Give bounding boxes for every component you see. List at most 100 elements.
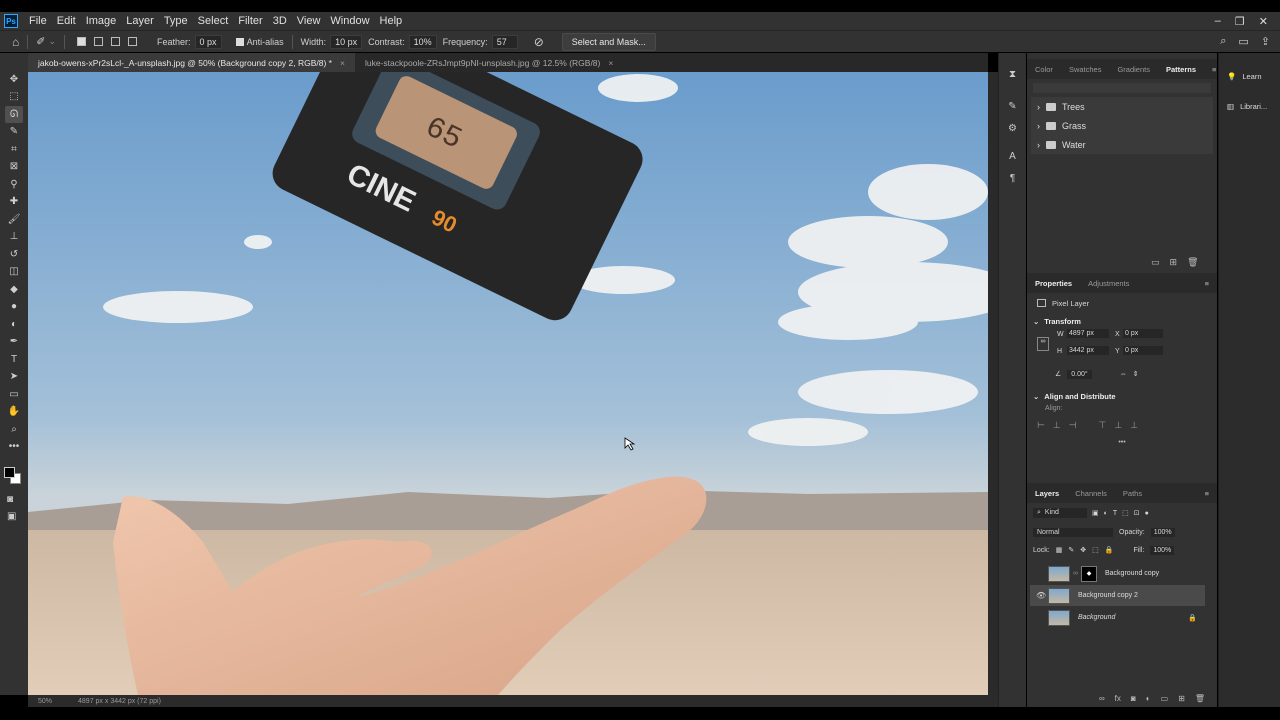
menu-select[interactable]: Select	[193, 15, 234, 27]
align-bottom-icon[interactable]: ⊥	[1130, 420, 1138, 431]
close-icon[interactable]: ×	[340, 58, 345, 68]
flip-vertical-icon[interactable]: ⇕	[1133, 370, 1139, 378]
adjustments-icon[interactable]: ⚙	[1005, 121, 1021, 135]
select-and-mask-button[interactable]: Select and Mask...	[561, 32, 656, 51]
gradient-tool-icon[interactable]: ◆	[5, 281, 23, 298]
lock-transparent-icon[interactable]: ▦	[1056, 546, 1063, 554]
align-section[interactable]: ⌄ Align and Distribute	[1027, 387, 1217, 405]
brush-settings-icon[interactable]: ✎	[1005, 99, 1021, 113]
flip-horizontal-icon[interactable]: ⇔	[1120, 371, 1127, 378]
align-middle-v-icon[interactable]: ⊥	[1114, 420, 1122, 431]
lasso-tool-icon[interactable]: ᘏ	[5, 106, 23, 123]
filter-type-icon[interactable]: T	[1113, 510, 1117, 517]
layer-background[interactable]: Background 🔒	[1030, 607, 1205, 628]
link-layers-icon[interactable]: ∞	[1099, 694, 1105, 703]
pattern-group-trees[interactable]: › Trees	[1031, 97, 1213, 116]
lock-pixels-icon[interactable]: ✎	[1068, 546, 1074, 554]
align-left-icon[interactable]: ⊢	[1037, 420, 1045, 431]
pen-pressure-icon[interactable]: ⊘	[534, 35, 544, 49]
new-pattern-icon[interactable]: ⊞	[1170, 257, 1178, 268]
screen-mode-icon[interactable]: ▣	[7, 511, 16, 522]
menu-file[interactable]: File	[24, 15, 52, 27]
menu-window[interactable]: Window	[325, 15, 374, 27]
add-mask-icon[interactable]: ◙	[1131, 694, 1136, 703]
subtract-selection-icon[interactable]	[111, 37, 121, 46]
brush-tool-icon[interactable]: 🖌	[5, 211, 23, 228]
close-icon[interactable]: ×	[608, 58, 613, 68]
filter-pixel-icon[interactable]: ▣	[1092, 509, 1099, 517]
group-icon[interactable]: ▭	[1161, 694, 1169, 703]
menu-type[interactable]: Type	[159, 15, 193, 27]
menu-view[interactable]: View	[292, 15, 326, 27]
zoom-tool-icon[interactable]: ⌕	[5, 421, 23, 438]
x-input[interactable]: 0 px	[1123, 329, 1163, 338]
canvas-scrollbar[interactable]	[988, 72, 1014, 695]
eraser-tool-icon[interactable]: ◫	[5, 264, 23, 281]
panel-menu-icon[interactable]: ≡	[1197, 489, 1217, 498]
layer-background-copy[interactable]: ∞ ◆ Background copy	[1030, 563, 1205, 584]
crop-tool-icon[interactable]: ⌗	[5, 141, 23, 158]
frame-tool-icon[interactable]: ⊠	[5, 159, 23, 176]
fill-input[interactable]: 100%	[1150, 545, 1175, 555]
contrast-input[interactable]: 10%	[408, 34, 437, 49]
lock-all-icon[interactable]: 🔒	[1105, 546, 1114, 554]
chevron-down-icon[interactable]: ⌄	[48, 36, 56, 47]
new-layer-icon[interactable]: ⊞	[1178, 694, 1185, 703]
filter-smart-icon[interactable]: ⊡	[1134, 509, 1140, 517]
align-top-icon[interactable]: ⊤	[1099, 420, 1107, 431]
move-tool-icon[interactable]: ✥	[5, 71, 23, 88]
clone-stamp-icon[interactable]: ⊥	[5, 229, 23, 246]
learn-tab[interactable]: 💡 Learn	[1219, 61, 1280, 91]
menu-image[interactable]: Image	[81, 15, 122, 27]
quick-mask-icon[interactable]: ◙	[7, 494, 13, 505]
y-input[interactable]: 0 px	[1123, 346, 1163, 355]
history-icon[interactable]: ⧗	[1005, 67, 1021, 81]
type-tool-icon[interactable]: T	[5, 351, 23, 368]
tab-patterns[interactable]: Patterns	[1158, 65, 1204, 74]
search-icon[interactable]: ⌕	[1220, 35, 1226, 48]
antialias-checkbox[interactable]	[235, 37, 244, 46]
history-brush-icon[interactable]: ↺	[5, 246, 23, 263]
tab-layers[interactable]: Layers	[1027, 489, 1067, 498]
align-center-h-icon[interactable]: ⊥	[1053, 420, 1061, 431]
tab-channels[interactable]: Channels	[1067, 489, 1115, 498]
eyedropper-tool-icon[interactable]: ⚲	[5, 176, 23, 193]
menu-layer[interactable]: Layer	[121, 15, 159, 27]
hand-tool-icon[interactable]: ✋	[5, 404, 23, 421]
new-selection-icon[interactable]	[77, 37, 87, 46]
share-icon[interactable]: ⇪	[1261, 35, 1270, 48]
pen-tool-icon[interactable]: ✒	[5, 334, 23, 351]
layer-background-copy-2[interactable]: 👁 Background copy 2	[1030, 585, 1205, 606]
tab-color[interactable]: Color	[1027, 65, 1061, 74]
foreground-color-swatch[interactable]	[4, 467, 15, 478]
pattern-group-water[interactable]: › Water	[1031, 135, 1213, 154]
adjustment-layer-icon[interactable]: ◐	[1146, 694, 1151, 703]
restore-icon[interactable]: ❐	[1235, 15, 1245, 28]
character-icon[interactable]: A	[1005, 149, 1021, 163]
paragraph-icon[interactable]: ¶	[1005, 171, 1021, 185]
menu-3d[interactable]: 3D	[268, 15, 292, 27]
marquee-tool-icon[interactable]: ⬚	[5, 89, 23, 106]
align-right-icon[interactable]: ⊣	[1069, 420, 1077, 431]
menu-edit[interactable]: Edit	[52, 15, 81, 27]
lock-position-icon[interactable]: ✥	[1080, 546, 1086, 554]
lock-artboard-icon[interactable]: ⬚	[1092, 546, 1099, 554]
tab-document-1[interactable]: jakob-owens-xPr2sLcl-_A-unsplash.jpg @ 5…	[28, 53, 355, 72]
blur-tool-icon[interactable]: ●	[5, 299, 23, 316]
close-icon[interactable]: ✕	[1259, 15, 1268, 28]
eye-icon[interactable]: 👁	[1036, 591, 1046, 600]
delete-icon[interactable]: 🗑	[1187, 257, 1198, 268]
fx-icon[interactable]: fx	[1115, 694, 1121, 703]
quick-select-tool-icon[interactable]: ✎	[5, 124, 23, 141]
frequency-input[interactable]: 57	[491, 34, 518, 49]
layer-mask-thumbnail[interactable]: ◆	[1081, 565, 1097, 582]
zoom-level[interactable]: 50%	[38, 698, 52, 705]
tab-adjustments[interactable]: Adjustments	[1080, 279, 1137, 288]
feather-input[interactable]: 0 px	[194, 34, 222, 49]
menu-help[interactable]: Help	[375, 15, 408, 27]
panel-menu-icon[interactable]: ≡	[1197, 279, 1217, 288]
kind-filter-select[interactable]: ⌕ Kind	[1033, 508, 1087, 518]
opacity-input[interactable]: 100%	[1150, 527, 1175, 537]
pattern-search-bar[interactable]	[1033, 83, 1211, 93]
filter-adjust-icon[interactable]: ◐	[1104, 510, 1108, 517]
